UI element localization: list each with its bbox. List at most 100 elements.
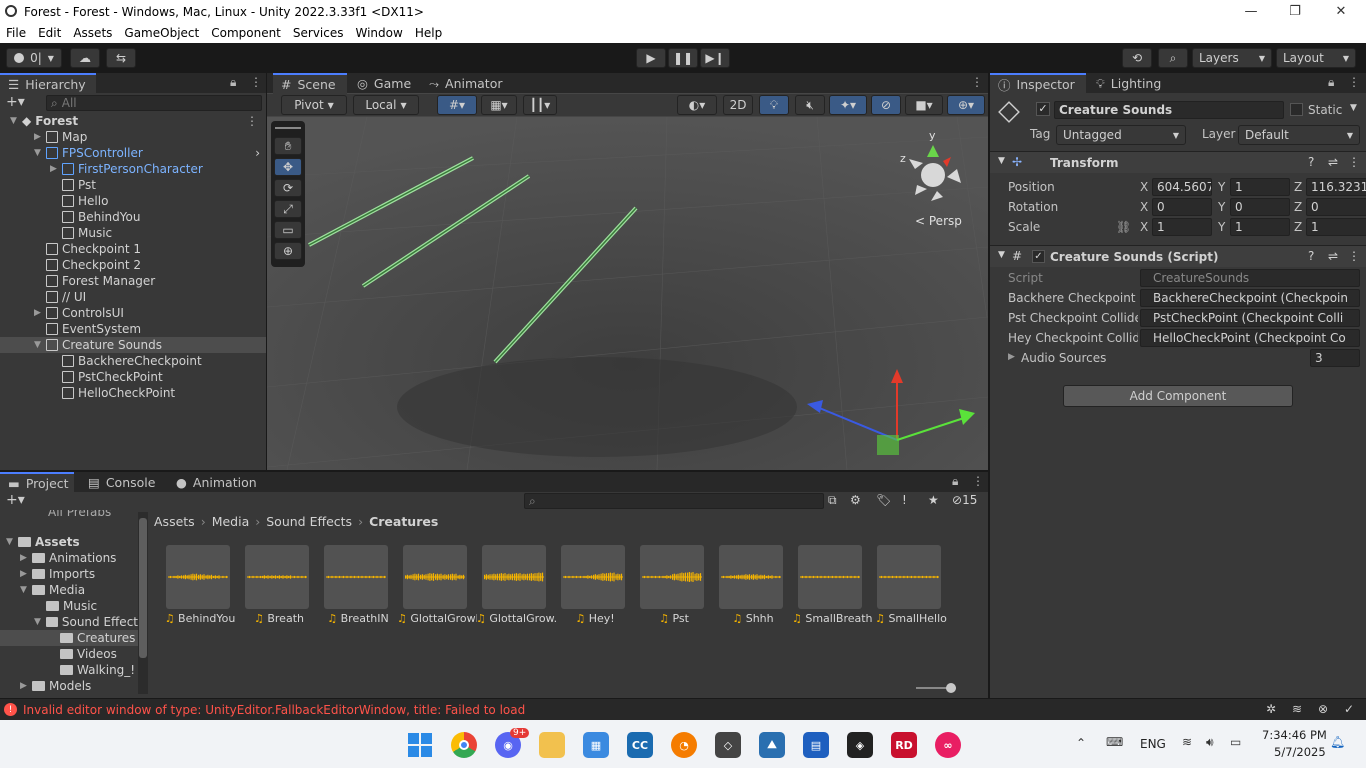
transform-tool-icon[interactable]: ⊕ bbox=[274, 242, 302, 260]
asset-item[interactable]: ♫ SmallBreath bbox=[792, 545, 872, 625]
menu-gameobject[interactable]: GameObject bbox=[118, 26, 205, 40]
static-checkbox[interactable] bbox=[1290, 103, 1303, 116]
hierarchy-item-controlsui[interactable]: ▶ ControlsUI bbox=[0, 305, 266, 321]
expand-arrow-icon[interactable]: ▶ bbox=[34, 132, 44, 142]
search-icon[interactable]: ⌕ bbox=[1158, 48, 1188, 68]
progress-icon[interactable]: ≋ bbox=[1292, 702, 1302, 716]
app-icon[interactable]: ▤ bbox=[803, 732, 829, 758]
tree-item-creatures[interactable]: Creatures bbox=[0, 630, 138, 646]
hierarchy-item-ui[interactable]: // UI bbox=[0, 289, 266, 305]
menu-file[interactable]: File bbox=[0, 26, 32, 40]
play-button[interactable]: ▶ bbox=[636, 48, 666, 68]
zoom-slider-handle[interactable] bbox=[946, 683, 956, 693]
tab-animator[interactable]: ⤳ Animator bbox=[421, 73, 511, 94]
account-dropdown[interactable]: 0| ▼ bbox=[6, 48, 62, 68]
position-y-field[interactable]: 1 bbox=[1230, 178, 1290, 196]
script-enabled-checkbox[interactable]: ✓ bbox=[1032, 250, 1045, 263]
persp-label[interactable]: < Persp bbox=[915, 214, 962, 228]
scale-x-field[interactable]: 1 bbox=[1152, 218, 1212, 236]
tab-inspector[interactable]: ⓘ Inspector bbox=[990, 73, 1086, 94]
rotation-x-field[interactable]: 0 bbox=[1152, 198, 1212, 216]
debug-icon[interactable]: ✲ bbox=[1266, 702, 1276, 716]
breadcrumb-sound-effects[interactable]: Sound Effects bbox=[266, 514, 352, 529]
tree-item-media[interactable]: ▼ Media bbox=[0, 582, 138, 598]
gizmos-icon[interactable]: ⊕▾ bbox=[947, 95, 985, 115]
breadcrumb-media[interactable]: Media bbox=[212, 514, 250, 529]
hey-checkpoint-field[interactable]: HelloCheckPoint (Checkpoint Co bbox=[1140, 329, 1360, 347]
hierarchy-item-forest-manager[interactable]: Forest Manager bbox=[0, 273, 266, 289]
tree-item-imports[interactable]: ▶ Imports bbox=[0, 566, 138, 582]
hierarchy-item-eventsystem[interactable]: EventSystem bbox=[0, 321, 266, 337]
menu-assets[interactable]: Assets bbox=[67, 26, 118, 40]
tree-scrollbar[interactable] bbox=[138, 512, 148, 694]
active-checkbox[interactable]: ✓ bbox=[1036, 102, 1050, 116]
position-y-label[interactable]: Y bbox=[1218, 180, 1225, 194]
wifi-icon[interactable]: ≋ bbox=[1182, 735, 1192, 749]
menu-help[interactable]: Help bbox=[409, 26, 448, 40]
expand-arrow-icon[interactable]: ▼ bbox=[34, 148, 44, 158]
clock-date[interactable]: 5/7/2025 bbox=[1274, 745, 1326, 759]
pivot-dropdown[interactable]: Pivot ▼ bbox=[281, 95, 347, 115]
transform-header[interactable]: ▼ ✢ Transform ? ⇌ ⋮ bbox=[990, 151, 1366, 173]
pst-checkpoint-field[interactable]: PstCheckPoint (Checkpoint Colli bbox=[1140, 309, 1360, 327]
tab-lighting[interactable]: 💡︎ Lighting bbox=[1088, 73, 1178, 94]
checkmark-icon[interactable]: ✓ bbox=[1344, 702, 1354, 716]
breadcrumb-assets[interactable]: Assets bbox=[154, 514, 195, 529]
tree-item-music[interactable]: Music bbox=[0, 598, 138, 614]
expand-arrow-icon[interactable]: ▶ bbox=[20, 553, 30, 563]
scene-root-row[interactable]: ▼ ◆ Forest ⋮ bbox=[0, 113, 266, 129]
tree-item-walking[interactable]: Walking_! bbox=[0, 662, 138, 678]
creative-cloud-icon[interactable]: ∞ bbox=[935, 732, 961, 758]
component-menu-icon[interactable]: ⋮ bbox=[1348, 155, 1360, 169]
scale-z-field[interactable]: 1 bbox=[1306, 218, 1366, 236]
lock-icon[interactable]: 🔒︎ bbox=[230, 75, 236, 90]
scale-x-label[interactable]: X bbox=[1140, 220, 1148, 234]
scale-y-label[interactable]: Y bbox=[1218, 220, 1225, 234]
hidden-objects-icon[interactable]: ⊘ bbox=[871, 95, 901, 115]
hierarchy-item-behindyou[interactable]: BehindYou bbox=[0, 209, 266, 225]
local-dropdown[interactable]: Local ▼ bbox=[353, 95, 419, 115]
expand-arrow-icon[interactable]: ▶ bbox=[20, 569, 30, 579]
tab-console[interactable]: ▤ Console bbox=[80, 472, 162, 493]
help-icon[interactable]: ? bbox=[1308, 155, 1314, 169]
store-icon[interactable]: ▦ bbox=[583, 732, 609, 758]
asset-item[interactable]: ♫ BehindYou bbox=[165, 545, 235, 625]
expand-arrow-icon[interactable]: ▼ bbox=[20, 585, 30, 595]
hierarchy-item-fpscontroller[interactable]: ▼ FPSController › bbox=[0, 145, 266, 161]
tab-scene[interactable]: # Scene bbox=[273, 73, 347, 94]
grid-snap-icon[interactable]: #▾ bbox=[437, 95, 477, 115]
hierarchy-item-checkpoint-2[interactable]: Checkpoint 2 bbox=[0, 257, 266, 273]
project-add-button[interactable]: +▾ bbox=[6, 492, 25, 508]
project-lock-icon[interactable]: 🔒︎ bbox=[952, 474, 958, 489]
preset-icon[interactable]: ⇌ bbox=[1328, 249, 1338, 263]
rotate-tool-icon[interactable]: ⟳ bbox=[274, 179, 302, 197]
position-z-label[interactable]: Z bbox=[1294, 180, 1302, 194]
inspector-lock-icon[interactable]: 🔒︎ bbox=[1328, 75, 1334, 90]
tray-chevron-icon[interactable]: ⌃ bbox=[1076, 736, 1086, 750]
more-menu-icon[interactable]: ⋮ bbox=[250, 75, 262, 89]
error-filter-icon[interactable]: ! bbox=[902, 493, 907, 507]
clock-time[interactable]: 7:34:46 PM bbox=[1262, 728, 1327, 742]
hierarchy-item-music[interactable]: Music bbox=[0, 225, 266, 241]
menu-component[interactable]: Component bbox=[205, 26, 287, 40]
hidden-packages-icon[interactable]: ⊘15 bbox=[952, 493, 977, 507]
collab-icon[interactable]: ⇆ bbox=[106, 48, 136, 68]
error-message[interactable]: Invalid editor window of type: UnityEdit… bbox=[23, 703, 525, 717]
asset-item[interactable]: ♫ BreathIN bbox=[324, 545, 389, 625]
rotation-z-label[interactable]: Z bbox=[1294, 200, 1302, 214]
hand-tool-icon[interactable]: ✋︎ bbox=[274, 137, 302, 155]
static-dropdown-icon[interactable]: ▼ bbox=[1350, 103, 1357, 113]
help-icon[interactable]: ? bbox=[1308, 249, 1314, 263]
tree-item-animations[interactable]: ▶ Animations bbox=[0, 550, 138, 566]
mode-2d-button[interactable]: 2D bbox=[723, 95, 753, 115]
keyboard-icon[interactable]: ⌨︎ bbox=[1106, 735, 1123, 749]
volume-icon[interactable]: 🔊︎ bbox=[1206, 735, 1214, 750]
network-icon[interactable]: ⊗ bbox=[1318, 702, 1328, 716]
asset-item[interactable]: ♫ GlottalGrow... bbox=[476, 545, 556, 625]
hierarchy-item-map[interactable]: ▶ Map bbox=[0, 129, 266, 145]
audio-toggle-icon[interactable]: 🔇︎ bbox=[795, 95, 825, 115]
tab-game[interactable]: ◎ Game bbox=[349, 73, 419, 94]
expand-arrow-icon[interactable]: ▶ bbox=[20, 681, 30, 691]
history-icon[interactable]: ⟲ bbox=[1122, 48, 1152, 68]
project-more-icon[interactable]: ⋮ bbox=[972, 474, 984, 488]
